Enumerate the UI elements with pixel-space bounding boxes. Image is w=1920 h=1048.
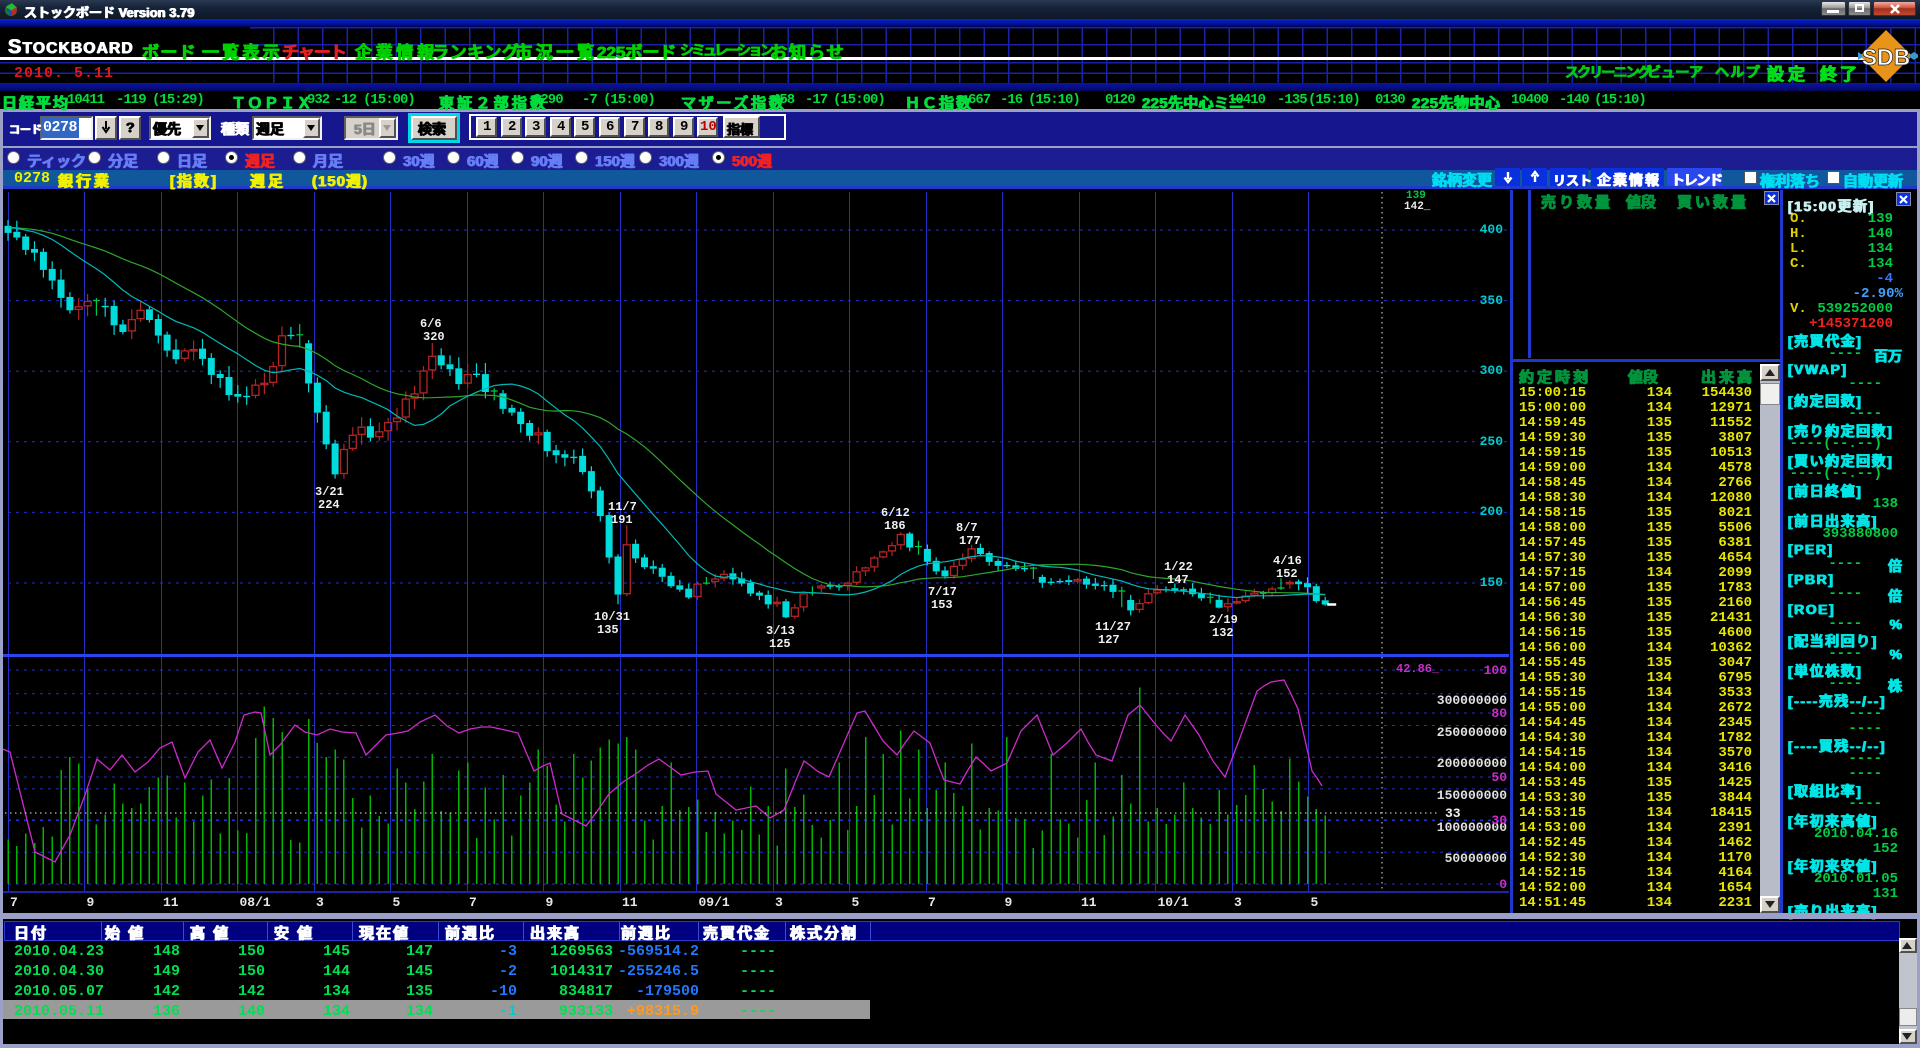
svg-text:SDB: SDB (1862, 44, 1911, 70)
